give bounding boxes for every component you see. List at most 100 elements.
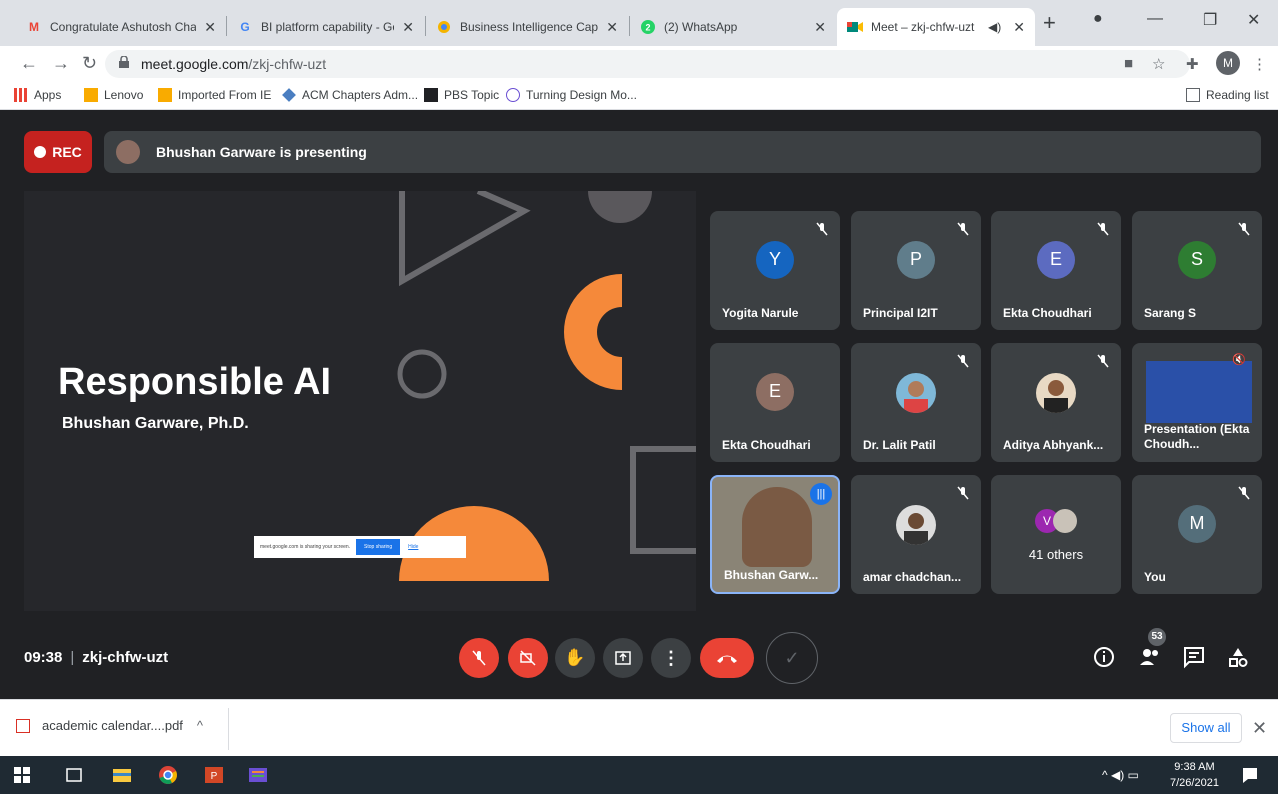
- system-tray-icons[interactable]: ^ ◀) ▭: [1102, 768, 1139, 782]
- whatsapp-icon: 2: [640, 19, 656, 35]
- participant-tile[interactable]: Y Yogita Narule: [710, 211, 840, 330]
- camera-toggle-button[interactable]: [508, 638, 548, 678]
- acm-icon: [282, 88, 296, 102]
- check-icon: ✓: [784, 647, 800, 668]
- profile-avatar[interactable]: M: [1216, 51, 1240, 75]
- leave-call-button[interactable]: [700, 638, 754, 678]
- apps-grid-icon: [14, 88, 28, 102]
- participant-tile[interactable]: P Principal I2IT: [851, 211, 981, 330]
- participant-tile[interactable]: S Sarang S: [1132, 211, 1262, 330]
- participant-tile[interactable]: Dr. Lalit Patil: [851, 343, 981, 462]
- app-icon[interactable]: [248, 765, 268, 785]
- chrome-icon[interactable]: [158, 765, 178, 785]
- slide-title: Responsible AI: [58, 361, 332, 403]
- new-tab-button[interactable]: +: [1043, 10, 1056, 36]
- audio-icon[interactable]: ◀): [988, 20, 1001, 34]
- url-text: meet.google.com/zkj-chfw-uzt: [141, 56, 327, 72]
- speaking-indicator-icon: |||: [810, 483, 832, 505]
- close-icon[interactable]: ✕: [204, 19, 216, 36]
- participant-tile[interactable]: amar chadchan...: [851, 475, 981, 594]
- reload-icon[interactable]: ↻: [82, 53, 97, 74]
- stop-sharing-button[interactable]: Stop sharing: [356, 539, 401, 555]
- mic-off-icon: [816, 222, 828, 236]
- people-button[interactable]: [1138, 645, 1162, 669]
- participant-tile[interactable]: Aditya Abhyank...: [991, 343, 1121, 462]
- tab-business-intelligence[interactable]: Business Intelligence Capabili ✕: [426, 8, 628, 46]
- download-item[interactable]: academic calendar....pdf ^: [16, 718, 203, 733]
- activities-button[interactable]: [1226, 645, 1250, 669]
- task-view-icon[interactable]: [64, 765, 84, 785]
- participant-photo: [742, 487, 812, 567]
- participant-tile-presentation[interactable]: 🔇 Presentation (Ekta Choudh...: [1132, 343, 1262, 462]
- close-icon[interactable]: ✕: [606, 19, 618, 36]
- tab-title: Congratulate Ashutosh Chalm: [50, 20, 197, 34]
- more-options-button[interactable]: ⋮: [651, 638, 691, 678]
- extensions-icon[interactable]: ✚: [1186, 55, 1199, 73]
- participant-avatar: P: [897, 240, 935, 279]
- tab-meet[interactable]: Meet – zkj-chfw-uzt ◀) ✕: [837, 8, 1035, 46]
- mic-off-icon: [472, 650, 486, 666]
- reading-list-icon: [1186, 88, 1200, 102]
- mic-toggle-button[interactable]: [459, 638, 499, 678]
- menu-icon[interactable]: ⋮: [1252, 55, 1267, 73]
- folder-icon: [158, 88, 172, 102]
- bookmark-lenovo[interactable]: Lenovo: [84, 88, 143, 102]
- close-icon[interactable]: ✕: [1013, 19, 1025, 36]
- bookmark-apps[interactable]: Apps: [14, 88, 61, 102]
- camera-icon[interactable]: ■: [1124, 55, 1133, 72]
- participant-tile-self[interactable]: M You: [1132, 475, 1262, 594]
- forward-icon[interactable]: →: [52, 53, 70, 74]
- mic-off-icon: [1238, 486, 1250, 500]
- others-count: 41 others: [1028, 547, 1084, 562]
- minimize-button[interactable]: —: [1147, 10, 1163, 28]
- more-vert-icon: ⋮: [662, 647, 680, 668]
- mic-off-icon: [1238, 222, 1250, 236]
- close-icon[interactable]: ✕: [1252, 718, 1267, 739]
- show-all-button[interactable]: Show all: [1170, 713, 1242, 743]
- close-window-button[interactable]: ✕: [1247, 10, 1260, 30]
- participant-avatar: [1053, 509, 1077, 533]
- notifications-icon[interactable]: [1240, 765, 1260, 785]
- tab-whatsapp[interactable]: 2 (2) WhatsApp ✕: [630, 8, 836, 46]
- mic-off-icon: [957, 222, 969, 236]
- bookmark-pbs[interactable]: PBS Topic: [424, 88, 499, 102]
- present-button[interactable]: [603, 638, 643, 678]
- meet-icon: [847, 19, 863, 35]
- address-bar[interactable]: meet.google.com/zkj-chfw-uzt: [105, 50, 1190, 78]
- bookmark-star-icon[interactable]: ☆: [1152, 55, 1165, 73]
- participant-avatar: E: [756, 372, 794, 411]
- close-icon[interactable]: ✕: [814, 19, 826, 36]
- bookmark-turning-design[interactable]: Turning Design Mo...: [506, 88, 637, 102]
- close-icon[interactable]: ✕: [402, 19, 414, 36]
- participant-tile[interactable]: E Ekta Choudhari: [991, 211, 1121, 330]
- participant-name: amar chadchan...: [863, 570, 962, 584]
- svg-text:2: 2: [645, 23, 650, 33]
- back-icon[interactable]: ←: [20, 53, 38, 74]
- chat-button[interactable]: [1182, 645, 1206, 669]
- file-explorer-icon[interactable]: [112, 765, 132, 785]
- reading-list[interactable]: Reading list: [1186, 88, 1269, 102]
- raise-hand-button[interactable]: ✋: [555, 638, 595, 678]
- chevron-up-icon[interactable]: ^: [197, 718, 203, 733]
- presenter-avatar: [116, 140, 140, 164]
- hide-button[interactable]: Hide: [408, 544, 418, 550]
- powerpoint-icon[interactable]: P: [204, 765, 224, 785]
- windows-start-icon[interactable]: [12, 765, 32, 785]
- restore-button[interactable]: ❐: [1203, 10, 1217, 30]
- tab-search-icon[interactable]: ●: [1093, 10, 1103, 28]
- present-icon: [615, 651, 631, 665]
- meeting-details-button[interactable]: [1092, 645, 1116, 669]
- audio-off-icon: 🔇: [1232, 354, 1246, 366]
- check-button[interactable]: ✓: [766, 632, 818, 684]
- tab-gmail[interactable]: M Congratulate Ashutosh Chalm ✕: [16, 8, 226, 46]
- tab-title: Meet – zkj-chfw-uzt: [871, 20, 975, 34]
- participant-name: Dr. Lalit Patil: [863, 438, 936, 452]
- camera-off-icon: [520, 650, 536, 666]
- system-clock[interactable]: 9:38 AM 7/26/2021: [1170, 759, 1219, 791]
- bookmark-imported[interactable]: Imported From IE: [158, 88, 271, 102]
- tab-bi-platform[interactable]: G BI platform capability - Goog ✕: [227, 8, 424, 46]
- bookmark-acm[interactable]: ACM Chapters Adm...: [282, 88, 418, 102]
- participant-tile[interactable]: E Ekta Choudhari: [710, 343, 840, 462]
- participant-tile-others[interactable]: V 41 others: [991, 475, 1121, 594]
- participant-tile-active-speaker[interactable]: ||| Bhushan Garw...: [710, 475, 840, 594]
